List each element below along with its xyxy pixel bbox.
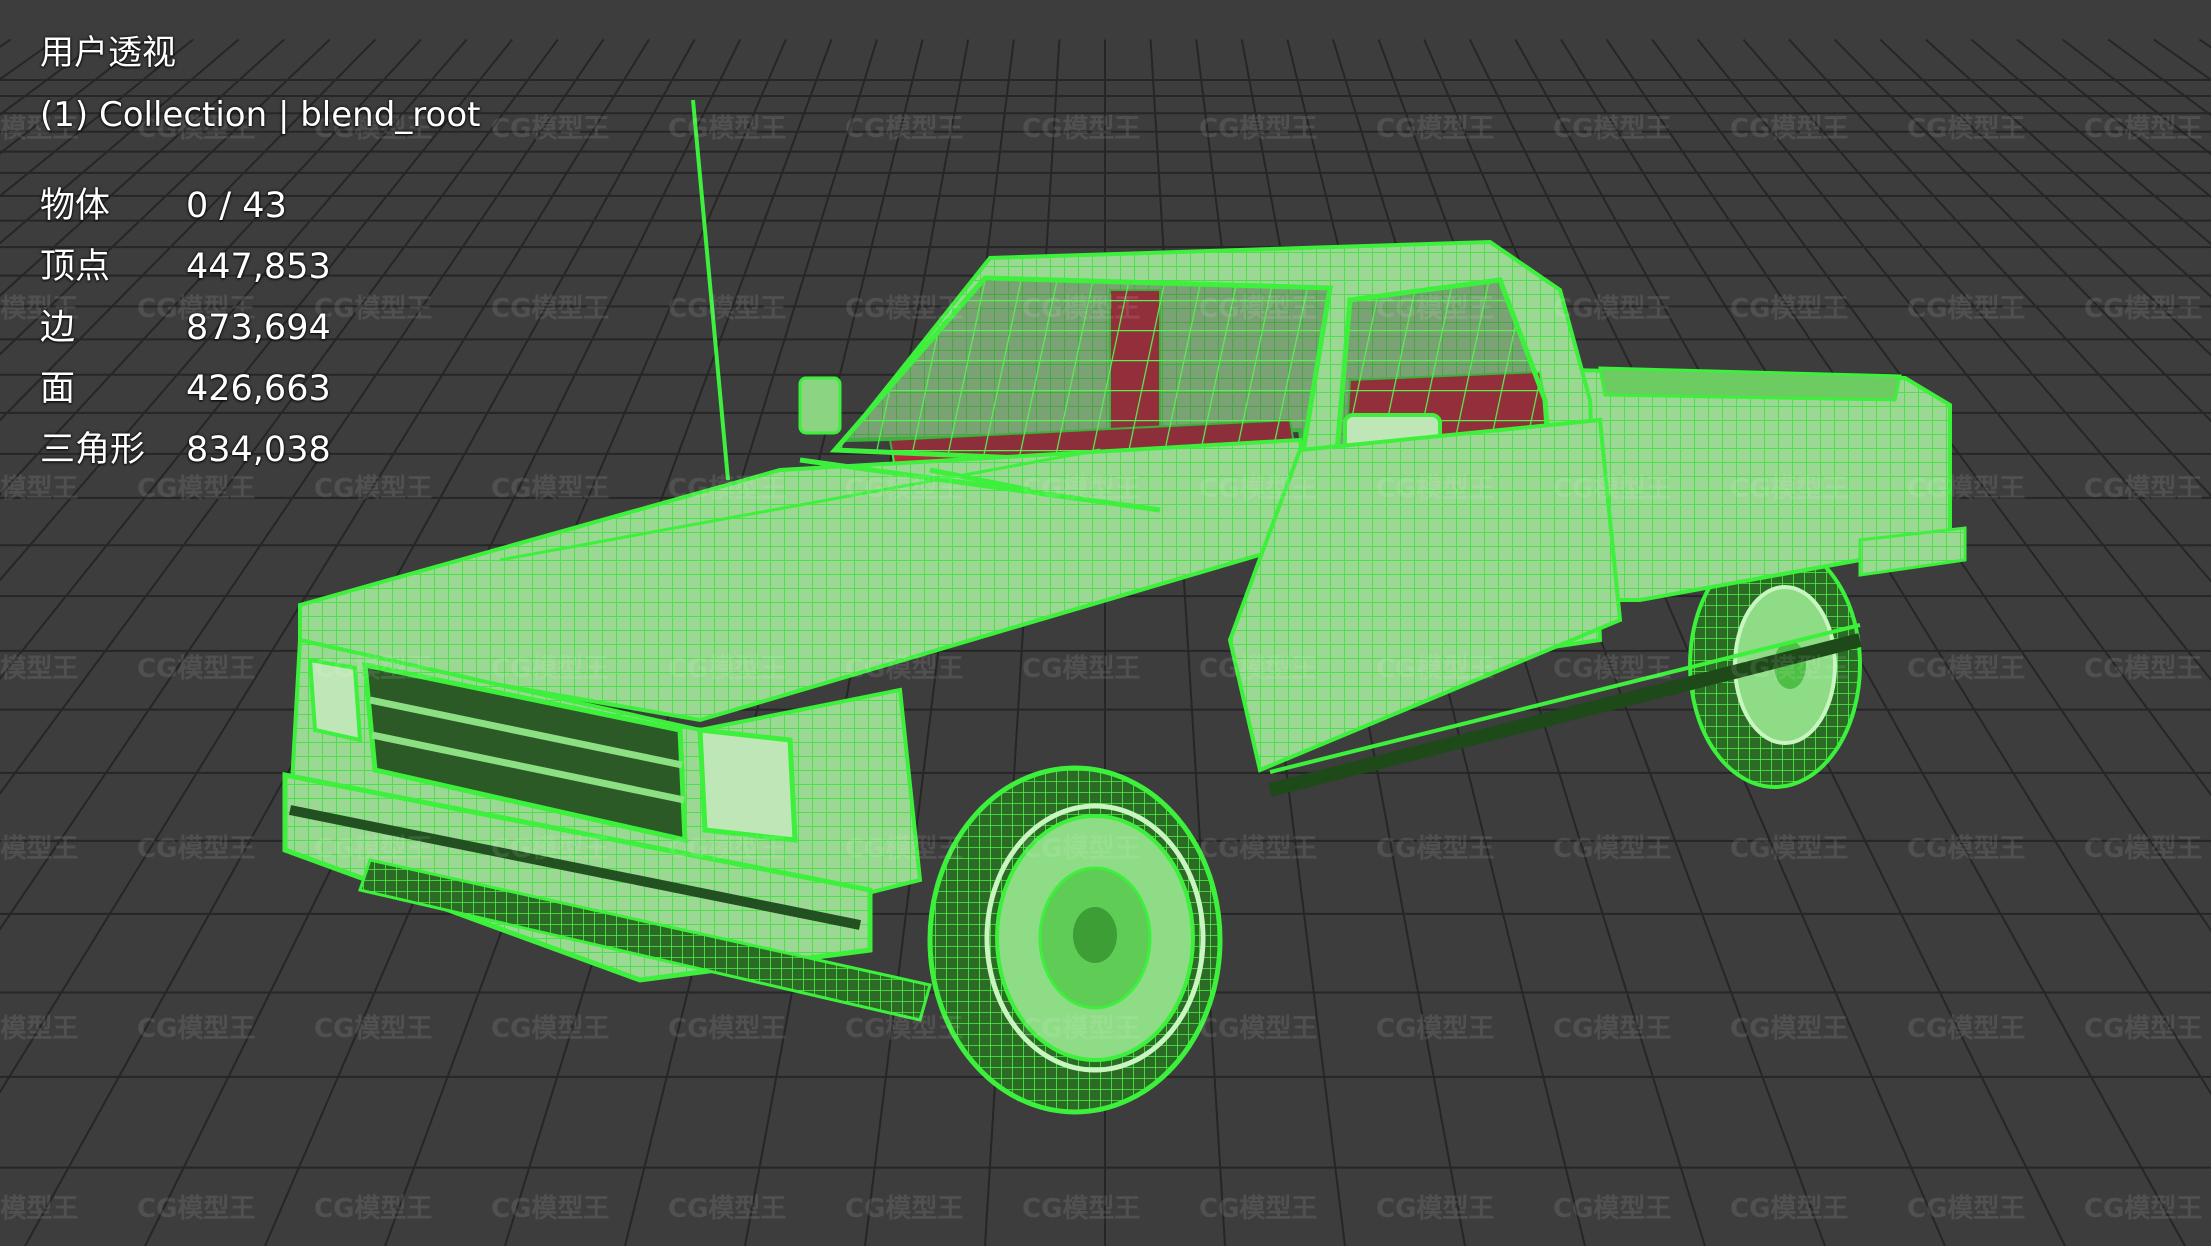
- stat-label: 面: [40, 369, 76, 409]
- stat-row: 物体 0 / 43: [40, 176, 480, 237]
- stat-row: 边 873,694: [40, 298, 480, 359]
- stat-value: 873,694: [186, 308, 331, 348]
- stat-row: 面 426,663: [40, 359, 480, 420]
- left-mirror: [798, 376, 842, 435]
- stat-row: 顶点 447,853: [40, 237, 480, 298]
- viewport-info-overlay: 用户透视 (1) Collection | blend_root 物体 0 / …: [40, 22, 480, 481]
- collection-label: (1) Collection | blend_root: [40, 95, 481, 135]
- left-headlight: [307, 657, 363, 743]
- stat-value: 447,853: [186, 247, 331, 287]
- right-headlight: [697, 727, 798, 843]
- scene-statistics: 物体 0 / 43 顶点 447,853 边 873,694 面 426,663…: [40, 176, 480, 481]
- stat-value: 426,663: [186, 369, 331, 409]
- stat-label: 边: [40, 308, 76, 348]
- stat-row: 三角形 834,038: [40, 420, 480, 481]
- stat-label: 顶点: [40, 247, 111, 287]
- stat-value: 834,038: [186, 430, 331, 470]
- stat-label: 物体: [40, 186, 111, 226]
- front-wheel: [927, 765, 1223, 1115]
- antenna-wire: [691, 99, 730, 481]
- pickup-truck-wireframe-icon[interactable]: [282, 99, 1967, 1115]
- view-name: 用户透视: [40, 33, 176, 73]
- stat-label: 三角形: [40, 430, 146, 470]
- stat-value: 0 / 43: [186, 186, 287, 226]
